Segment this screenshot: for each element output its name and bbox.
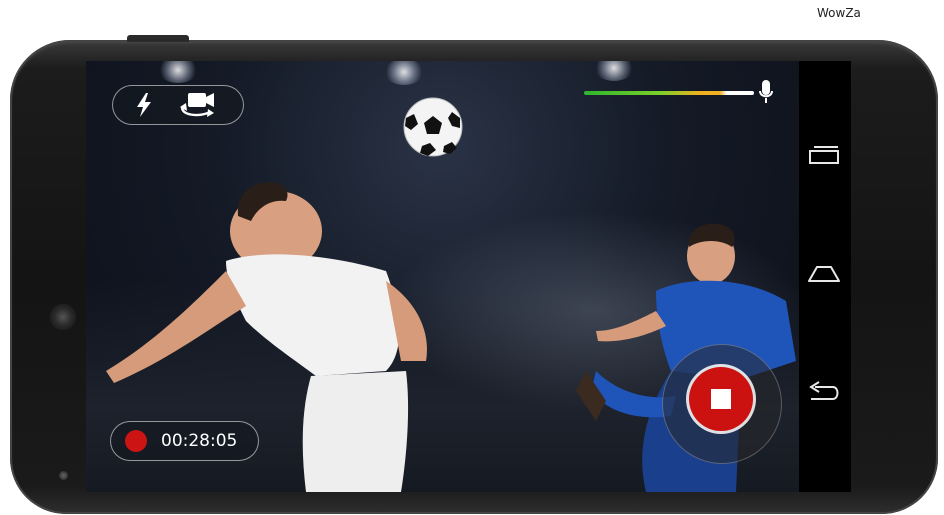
switch-camera-icon[interactable]	[178, 91, 220, 119]
back-icon[interactable]	[807, 381, 841, 405]
home-icon[interactable]	[807, 261, 841, 285]
audio-level-meter	[584, 91, 754, 95]
recording-elapsed-time: 00:28:05	[161, 431, 238, 451]
stop-recording-button[interactable]	[689, 367, 753, 431]
speaker-grille	[52, 306, 74, 328]
recent-apps-icon[interactable]	[807, 145, 841, 165]
microphone-icon[interactable]	[759, 80, 773, 104]
brand-label: WowZa	[817, 6, 861, 20]
camera-controls-pill	[112, 85, 244, 125]
sensor-dot	[59, 471, 68, 480]
stop-icon	[711, 389, 731, 409]
camera-viewfinder: 00:28:05	[86, 61, 799, 492]
recording-timer-pill: 00:28:05	[110, 421, 259, 461]
stadium-light	[158, 61, 198, 83]
flash-icon[interactable]	[136, 93, 152, 117]
recording-indicator-icon	[125, 430, 147, 452]
stadium-light	[594, 61, 634, 81]
stadium-light	[384, 61, 424, 85]
system-nav-bar	[799, 61, 851, 492]
power-button	[127, 35, 189, 42]
